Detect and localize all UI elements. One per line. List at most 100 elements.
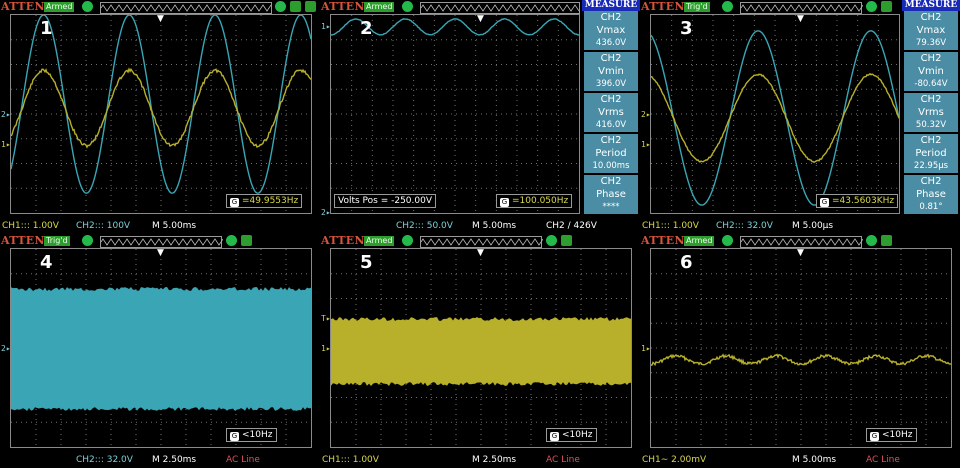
header: ATTEN Trig'd: [0, 234, 320, 248]
brand-logo: ATTEN: [1, 0, 45, 13]
timebase: M 5.00ms: [792, 455, 837, 465]
settings-icon[interactable]: [866, 1, 877, 12]
status-badge: Armed: [684, 236, 715, 246]
graticule: [11, 249, 311, 445]
measure-channel: CH2: [600, 53, 622, 64]
timebase: M 5.00ms: [472, 221, 517, 231]
measure-value: ****: [602, 202, 620, 212]
measure-title: MEASURE: [582, 0, 640, 11]
measure-label: Vmin: [598, 66, 624, 77]
measure-vmax[interactable]: CH2 Vmax 436.0V: [584, 11, 638, 50]
measure-phase[interactable]: CH2 Phase ****: [584, 175, 638, 214]
waveform-grid: [10, 14, 312, 214]
status-badge: Trig'd: [684, 2, 710, 12]
memory-icon[interactable]: [290, 1, 301, 12]
measure-channel: CH2: [920, 94, 942, 105]
measure-vrms[interactable]: CH2 Vrms 50.32V: [904, 93, 958, 132]
waveform-grid: [650, 248, 952, 448]
ch2-scale: CH2::: 32.0V: [716, 221, 773, 231]
footer: CH1::: 1.00V CH2::: 100V M 5.00ms: [0, 220, 320, 234]
graticule: [651, 249, 951, 445]
trigger-icon: [82, 235, 93, 246]
memory-icon[interactable]: [881, 235, 892, 246]
counter-icon: G: [550, 432, 559, 441]
ch1-marker: 1▸: [641, 344, 651, 353]
waveform-grid: [330, 248, 632, 448]
measure-channel: CH2: [920, 135, 942, 146]
memory-icon[interactable]: [241, 235, 252, 246]
settings-icon[interactable]: [866, 235, 877, 246]
measure-value: -80.64V: [914, 79, 948, 89]
measure-channel: CH2: [920, 12, 942, 23]
timebase: M 5.00µs: [792, 221, 834, 231]
trigger-source: AC Line: [546, 455, 580, 465]
measure-label: Phase: [916, 189, 946, 200]
ch1-marker: 1▸: [1, 140, 11, 149]
measure-vrms[interactable]: CH2 Vrms 416.0V: [584, 93, 638, 132]
memory-bar: [420, 236, 543, 248]
measure-value: 396.0V: [595, 79, 627, 89]
measure-value: 416.0V: [595, 120, 627, 130]
frequency-counter: G =43.5603KHz: [816, 194, 899, 208]
usb-icon[interactable]: [305, 1, 316, 12]
scope-panel-6: ATTEN Armed ▼ 6 1▸ G <10Hz CH1∼ 2.00mV M …: [640, 234, 960, 468]
timebase: M 2.50ms: [152, 455, 197, 465]
measure-vmax[interactable]: CH2 Vmax 79.36V: [904, 11, 958, 50]
frequency-value: <10Hz: [242, 430, 273, 440]
measure-channel: CH2: [600, 176, 622, 187]
header: ATTEN Armed: [640, 234, 960, 248]
measure-phase[interactable]: CH2 Phase 0.81°: [904, 175, 958, 214]
ch1-marker: 1▸: [321, 344, 331, 353]
measure-title: MEASURE: [902, 0, 960, 11]
ch1-marker-b: 1▸: [641, 140, 651, 149]
measure-label: Period: [915, 148, 947, 159]
brand-logo: ATTEN: [321, 234, 365, 247]
brand-logo: ATTEN: [641, 0, 685, 13]
volts-position-readout: Volts Pos = -250.00V: [334, 194, 437, 208]
graticule: [651, 15, 899, 211]
frequency-counter: G <10Hz: [866, 428, 917, 442]
status-badge: Armed: [44, 2, 75, 12]
counter-icon: G: [500, 198, 509, 207]
footer: CH1∼ 2.00mV M 5.00ms AC Line: [640, 454, 960, 468]
measure-period[interactable]: CH2 Period 22.95µs: [904, 134, 958, 173]
ch2-scale: CH2::: 100V: [76, 221, 131, 231]
ch2-bottom-marker: 2▸: [321, 208, 331, 217]
memory-icon[interactable]: [881, 1, 892, 12]
status-badge: Armed: [364, 2, 395, 12]
scope-panel-3: ATTEN Trig'd MEASURE ▼ 3 2▸ 1▸ CH2 Vmax …: [640, 0, 960, 234]
ch1-marker: 2▸: [641, 110, 651, 119]
measure-label: Vmax: [916, 25, 946, 36]
settings-icon[interactable]: [546, 235, 557, 246]
measure-vmin[interactable]: CH2 Vmin 396.0V: [584, 52, 638, 91]
status-badge: Armed: [364, 236, 395, 246]
trigger-position-marker: ▼: [797, 248, 804, 258]
trigger-position-marker: ▼: [797, 14, 804, 24]
memory-bar: [740, 2, 863, 14]
measure-value: 10.00ms: [592, 161, 630, 171]
settings-icon[interactable]: [226, 235, 237, 246]
measure-label: Vmin: [918, 66, 944, 77]
ch1-scale: CH1::: 1.00V: [322, 455, 379, 465]
footer: CH1::: 1.00V CH2::: 32.0V M 5.00µs: [640, 220, 960, 234]
memory-icon[interactable]: [561, 235, 572, 246]
measure-channel: CH2: [920, 176, 942, 187]
frequency-counter: G <10Hz: [546, 428, 597, 442]
panel-number: 1: [40, 18, 53, 39]
settings-icon[interactable]: [275, 1, 286, 12]
trigger-icon: [722, 1, 733, 12]
ch1-scale: CH1::: 1.00V: [2, 221, 59, 231]
frequency-counter: G =100.050Hz: [496, 194, 573, 208]
panel-number: 4: [40, 252, 53, 273]
scope-panel-5: ATTEN Armed ▼ 5 T▸ 1▸ G <10Hz CH1::: 1.00…: [320, 234, 640, 468]
trigger-position-marker: ▼: [477, 248, 484, 258]
measure-label: Phase: [596, 189, 626, 200]
trigger-source: AC Line: [226, 455, 260, 465]
measure-period[interactable]: CH2 Period 10.00ms: [584, 134, 638, 173]
measure-vmin[interactable]: CH2 Vmin -80.64V: [904, 52, 958, 91]
counter-icon: G: [820, 198, 829, 207]
trigger-icon: [82, 1, 93, 12]
footer: CH2::: 50.0V M 5.00ms CH2 / 426V: [320, 220, 640, 234]
frequency-counter: G =49.9553Hz: [226, 194, 303, 208]
ch1-scale: CH1::: 1.00V: [642, 221, 699, 231]
